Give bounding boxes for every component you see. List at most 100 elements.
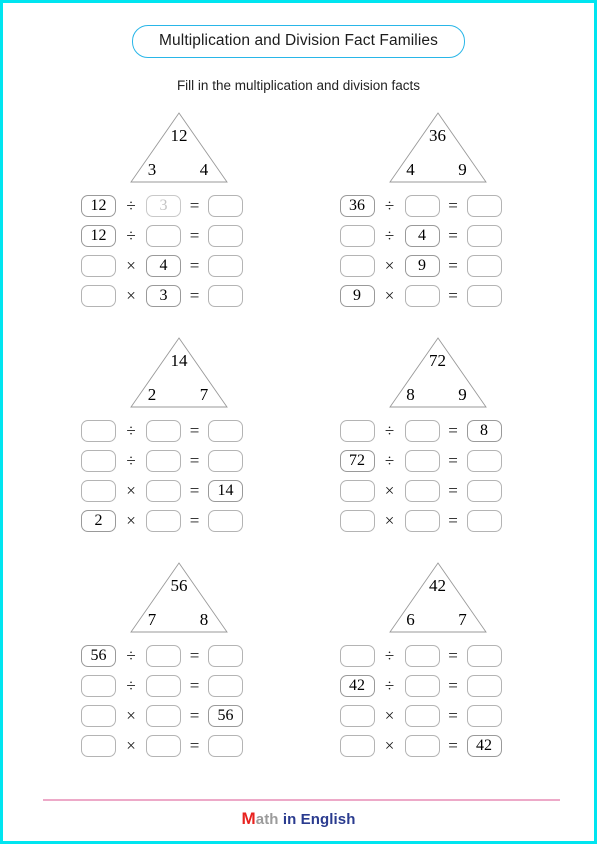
answer-box-operand-2[interactable] — [146, 675, 181, 697]
answer-box-operand-2[interactable] — [146, 450, 181, 472]
divide-icon: ÷ — [384, 676, 395, 695]
answer-box-result[interactable] — [466, 480, 502, 502]
answer-box-operand-1[interactable] — [81, 420, 116, 442]
equals-icon: = — [189, 196, 200, 215]
answer-box-result[interactable]: 56 — [208, 705, 243, 727]
multiply-icon: × — [126, 736, 136, 755]
triangle-factor-1: 6 — [406, 610, 415, 629]
answer-box-operand-2[interactable] — [404, 480, 440, 502]
answer-box-operand-2[interactable]: 3 — [146, 285, 181, 307]
equation-list: 56 ÷ = ÷ = × = 56 × = — [81, 641, 302, 761]
answer-box-result[interactable] — [466, 675, 502, 697]
answer-box-result[interactable]: 42 — [466, 735, 502, 757]
answer-box-result[interactable] — [208, 255, 243, 277]
multiply-icon: × — [126, 511, 136, 530]
answer-box-operand-2[interactable]: 4 — [404, 225, 440, 247]
answer-box-result[interactable] — [208, 285, 243, 307]
answer-box-operand-1[interactable]: 2 — [81, 510, 116, 532]
fact-family-problem-6: 42 6 7 ÷ = 42 ÷ = × = × = 42 — [302, 561, 561, 786]
answer-box-operand-1[interactable] — [81, 735, 116, 757]
answer-box-result[interactable] — [208, 420, 243, 442]
answer-box-operand-1[interactable]: 36 — [339, 195, 375, 217]
answer-box-operand-2[interactable] — [146, 705, 181, 727]
answer-box-operand-1[interactable] — [339, 510, 375, 532]
answer-box-operand-2[interactable] — [404, 420, 440, 442]
multiply-icon: × — [384, 736, 395, 755]
answer-box-result[interactable] — [466, 225, 502, 247]
answer-box-operand-1[interactable]: 12 — [81, 195, 116, 217]
answer-box-operand-1[interactable] — [81, 285, 116, 307]
answer-box-operand-2[interactable] — [146, 735, 181, 757]
answer-box-operand-2[interactable] — [404, 510, 440, 532]
answer-box-operand-2[interactable] — [404, 645, 440, 667]
answer-box-operand-1[interactable] — [81, 480, 116, 502]
divide-icon: ÷ — [126, 226, 136, 245]
equals-icon: = — [189, 511, 200, 530]
answer-box-result[interactable] — [466, 255, 502, 277]
equals-icon: = — [448, 421, 458, 440]
answer-box-result[interactable] — [466, 645, 502, 667]
answer-box-operand-1[interactable] — [339, 735, 375, 757]
answer-box-operand-1[interactable] — [339, 225, 375, 247]
answer-box-operand-1[interactable] — [81, 705, 116, 727]
answer-box-operand-2[interactable] — [146, 510, 181, 532]
fact-triangle: 36 4 9 — [388, 111, 488, 185]
answer-box-operand-2[interactable] — [404, 195, 440, 217]
multiply-icon: × — [384, 286, 395, 305]
divide-icon: ÷ — [126, 676, 136, 695]
answer-box-operand-1[interactable]: 56 — [81, 645, 116, 667]
answer-box-operand-2[interactable]: 3 — [146, 195, 181, 217]
page-title: Multiplication and Division Fact Familie… — [132, 25, 465, 58]
answer-box-operand-2[interactable] — [404, 705, 440, 727]
equation-row: 9 × = — [339, 281, 561, 311]
divide-icon: ÷ — [384, 451, 395, 470]
answer-box-operand-1[interactable] — [81, 675, 116, 697]
answer-box-operand-2[interactable] — [404, 450, 440, 472]
equation-row: × = — [339, 506, 561, 536]
answer-box-operand-1[interactable]: 9 — [339, 285, 375, 307]
answer-box-operand-1[interactable] — [339, 645, 375, 667]
answer-box-operand-1[interactable] — [339, 480, 375, 502]
answer-box-result[interactable] — [466, 450, 502, 472]
answer-box-result[interactable] — [208, 450, 243, 472]
answer-box-result[interactable] — [466, 510, 502, 532]
answer-box-result[interactable]: 8 — [466, 420, 502, 442]
answer-box-operand-1[interactable] — [81, 450, 116, 472]
answer-box-result[interactable]: 14 — [208, 480, 243, 502]
answer-box-operand-2[interactable] — [404, 285, 440, 307]
answer-box-operand-2[interactable] — [146, 420, 181, 442]
answer-box-result[interactable] — [208, 510, 243, 532]
answer-box-operand-2[interactable] — [146, 645, 181, 667]
triangle-factor-2: 9 — [458, 385, 467, 404]
answer-box-result[interactable] — [208, 675, 243, 697]
equals-icon: = — [189, 646, 200, 665]
equals-icon: = — [448, 511, 458, 530]
equals-icon: = — [189, 451, 200, 470]
answer-box-operand-2[interactable]: 4 — [146, 255, 181, 277]
answer-box-result[interactable] — [208, 735, 243, 757]
answer-box-operand-1[interactable]: 12 — [81, 225, 116, 247]
answer-box-operand-1[interactable]: 42 — [339, 675, 375, 697]
answer-box-result[interactable] — [466, 285, 502, 307]
answer-box-operand-2[interactable] — [404, 675, 440, 697]
answer-box-operand-1[interactable] — [339, 705, 375, 727]
equals-icon: = — [448, 196, 458, 215]
answer-box-operand-1[interactable] — [81, 255, 116, 277]
answer-box-operand-2[interactable] — [146, 225, 181, 247]
equals-icon: = — [448, 736, 458, 755]
multiply-icon: × — [384, 481, 395, 500]
answer-box-result[interactable] — [466, 705, 502, 727]
answer-box-operand-1[interactable]: 72 — [339, 450, 375, 472]
equals-icon: = — [448, 646, 458, 665]
answer-box-operand-2[interactable] — [146, 480, 181, 502]
equals-icon: = — [448, 481, 458, 500]
answer-box-result[interactable] — [208, 195, 243, 217]
answer-box-operand-2[interactable] — [404, 735, 440, 757]
answer-box-operand-2[interactable]: 9 — [404, 255, 440, 277]
fact-family-problem-1: 12 3 4 12 ÷ 3 = 12 ÷ = × 4 = × 3 = — [43, 111, 302, 336]
answer-box-result[interactable] — [466, 195, 502, 217]
answer-box-operand-1[interactable] — [339, 255, 375, 277]
answer-box-operand-1[interactable] — [339, 420, 375, 442]
answer-box-result[interactable] — [208, 645, 243, 667]
answer-box-result[interactable] — [208, 225, 243, 247]
